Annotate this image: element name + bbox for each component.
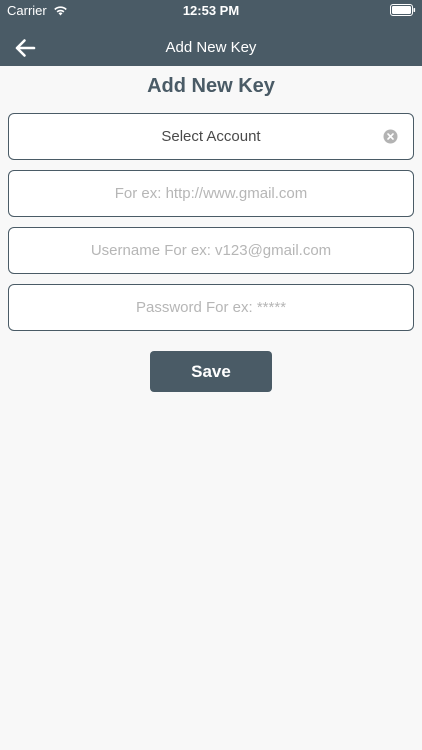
nav-title: Add New Key: [165, 39, 257, 56]
url-field[interactable]: [8, 170, 414, 217]
password-field[interactable]: [8, 284, 414, 331]
password-input[interactable]: [9, 285, 413, 330]
header: Carrier 12:53 PM Add New Key: [0, 0, 422, 66]
page-title: Add New Key: [147, 75, 275, 97]
username-input[interactable]: [9, 228, 413, 273]
nav-bar: Add New Key: [0, 28, 422, 66]
save-button[interactable]: Save: [150, 351, 272, 392]
clear-circle-icon[interactable]: [383, 129, 398, 144]
account-select[interactable]: Select Account: [8, 113, 414, 160]
battery-full-icon: [390, 4, 416, 16]
username-field[interactable]: [8, 227, 414, 274]
status-time: 12:53 PM: [182, 3, 240, 18]
account-select-label: Select Account: [161, 128, 261, 145]
url-input[interactable]: [9, 171, 413, 216]
status-bar: Carrier 12:53 PM: [0, 0, 422, 22]
